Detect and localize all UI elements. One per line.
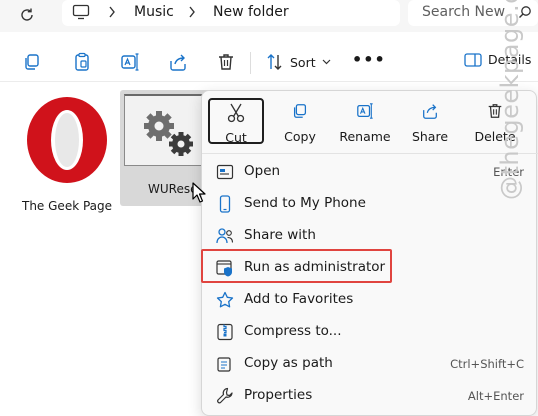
copy-path-icon: [217, 357, 231, 372]
menu-item-properties[interactable]: Properties Alt+Enter: [202, 380, 538, 412]
share-icon: [423, 104, 437, 119]
copy-label: Copy: [284, 129, 316, 144]
file-name: WURese: [148, 182, 198, 196]
share-icon[interactable]: [168, 52, 188, 72]
computer-icon: [72, 4, 90, 20]
copy-button[interactable]: Copy: [268, 97, 332, 145]
search-placeholder: Search New: [422, 4, 506, 20]
copy-icon: [293, 104, 307, 118]
quick-actions-row: Cut Copy Rename Share Delete: [202, 91, 538, 153]
file-item[interactable]: The Geek Page: [22, 94, 112, 213]
refresh-icon: [21, 8, 33, 21]
ellipsis-icon: •••: [352, 50, 386, 69]
menu-item-label: Send to My Phone: [244, 195, 366, 211]
menu-item-label: Properties: [244, 387, 313, 403]
rename-icon[interactable]: [120, 52, 140, 72]
share-with-icon: [216, 228, 234, 244]
menu-item-shortcut: Alt+Enter: [467, 389, 524, 403]
chevron-down-icon: [322, 59, 331, 65]
share-label: Share: [411, 129, 449, 144]
share-button[interactable]: Share: [398, 97, 462, 145]
sort-icon: [267, 54, 282, 70]
cut-button[interactable]: Cut: [208, 98, 264, 145]
toolbar-divider: [250, 52, 251, 74]
breadcrumb-new-folder[interactable]: New folder: [213, 4, 289, 20]
menu-item-copy-as-path[interactable]: Copy as path Ctrl+Shift+C: [202, 348, 538, 380]
more-options-button[interactable]: •••: [352, 50, 386, 69]
chevron-right-icon: [109, 6, 115, 18]
sort-button[interactable]: Sort: [266, 51, 331, 73]
chevron-right-icon: [189, 6, 195, 18]
star-icon: [216, 291, 234, 308]
menu-item-label: Add to Favorites: [244, 291, 354, 307]
refresh-button[interactable]: [14, 3, 40, 27]
scissors-icon: [227, 103, 245, 123]
rename-label: Rename: [339, 129, 391, 144]
file-thumbnail: [124, 94, 208, 166]
watermark: @thegeekpage.com: [496, 0, 524, 200]
command-bar: Sort ••• Details: [0, 42, 538, 82]
phone-icon: [219, 195, 231, 213]
address-bar[interactable]: Music New folder: [62, 0, 400, 26]
copy-icon[interactable]: [22, 52, 42, 72]
menu-item-label: Copy as path: [244, 355, 333, 371]
menu-item-share-with[interactable]: Share with: [202, 220, 538, 252]
highlight-annotation: [201, 249, 392, 283]
wrench-icon: [217, 387, 233, 404]
menu-item-compress[interactable]: Compress to...: [202, 316, 538, 348]
menu-item-send-to-phone[interactable]: Send to My Phone: [202, 188, 538, 220]
menu-item-open[interactable]: Open Enter: [202, 156, 538, 188]
menu-item-label: Share with: [244, 227, 316, 243]
open-app-icon: [216, 164, 234, 180]
rename-button[interactable]: Rename: [333, 97, 397, 145]
gear-file-icon: [144, 111, 193, 156]
sort-label: Sort: [290, 54, 316, 70]
menu-item-label: Open: [244, 163, 281, 179]
details-pane-icon: [464, 52, 482, 67]
menu-item-add-to-favorites[interactable]: Add to Favorites: [202, 284, 538, 316]
menu-divider: [202, 153, 538, 154]
file-name: The Geek Page: [22, 199, 113, 213]
address-row: Music New folder Search New: [0, 0, 538, 32]
menu-item-label: Compress to...: [244, 323, 342, 339]
cut-label: Cut: [225, 130, 247, 145]
mouse-cursor-icon: [192, 182, 206, 203]
paste-icon[interactable]: [72, 52, 92, 72]
opera-icon: [27, 97, 107, 183]
zip-icon: [217, 323, 233, 341]
menu-item-shortcut: Ctrl+Shift+C: [450, 357, 524, 371]
trash-icon[interactable]: [216, 52, 236, 72]
rename-icon: [357, 103, 373, 119]
breadcrumb-music[interactable]: Music: [134, 4, 174, 20]
